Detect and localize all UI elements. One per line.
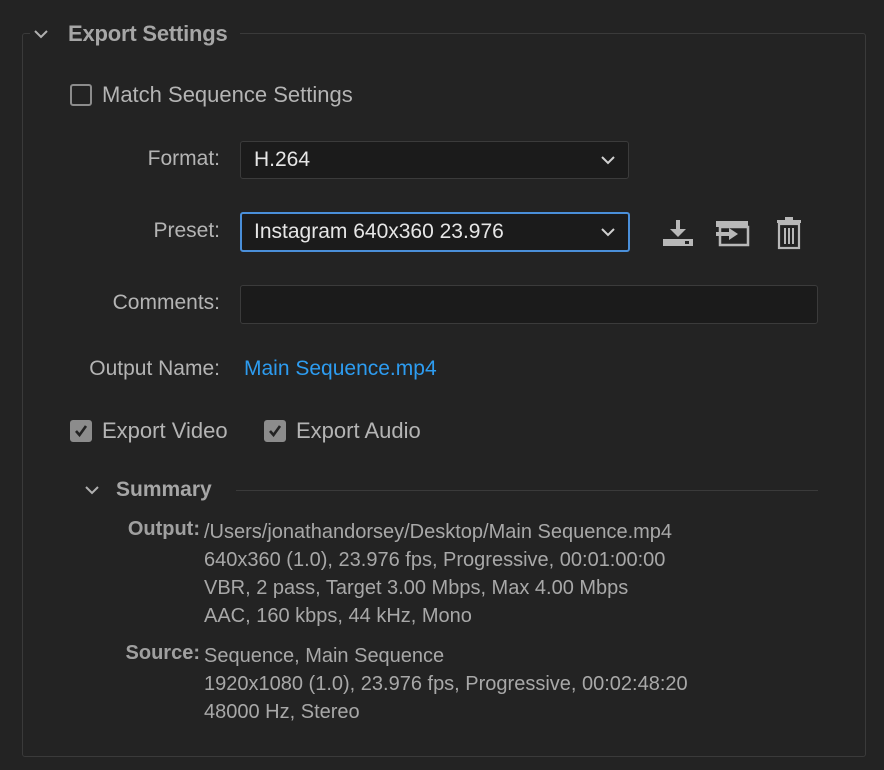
save-preset-button[interactable] bbox=[660, 215, 696, 251]
match-sequence-row[interactable]: Match Sequence Settings bbox=[70, 82, 353, 108]
format-value: H.264 bbox=[254, 148, 311, 171]
save-preset-icon bbox=[663, 220, 693, 246]
summary-output-line: AAC, 160 kbps, 44 kHz, Mono bbox=[204, 605, 472, 627]
match-sequence-checkbox[interactable] bbox=[70, 84, 92, 106]
match-sequence-label: Match Sequence Settings bbox=[102, 82, 353, 107]
preset-value: Instagram 640x360 23.976 bbox=[254, 220, 504, 243]
summary-output-line: 640x360 (1.0), 23.976 fps, Progressive, … bbox=[204, 549, 666, 571]
export-video-row[interactable]: Export Video bbox=[70, 418, 228, 444]
summary-divider bbox=[236, 490, 818, 491]
section-title: Export Settings bbox=[68, 21, 228, 46]
summary-source-lines: Sequence, Main Sequence 1920x1080 (1.0),… bbox=[204, 642, 688, 726]
export-settings-header[interactable]: Export Settings bbox=[30, 18, 240, 50]
format-dropdown[interactable]: H.264 bbox=[240, 141, 629, 179]
export-video-label: Export Video bbox=[102, 418, 228, 443]
import-preset-icon bbox=[716, 221, 750, 247]
chevron-down-icon bbox=[601, 156, 615, 165]
summary-output-label: Output: bbox=[127, 518, 200, 540]
delete-preset-button[interactable] bbox=[771, 215, 807, 251]
export-audio-row[interactable]: Export Audio bbox=[264, 418, 421, 444]
export-video-checkbox[interactable] bbox=[70, 420, 92, 442]
export-audio-checkbox[interactable] bbox=[264, 420, 286, 442]
summary-output-line: VBR, 2 pass, Target 3.00 Mbps, Max 4.00 … bbox=[204, 577, 629, 599]
preset-dropdown[interactable]: Instagram 640x360 23.976 bbox=[240, 212, 630, 252]
comments-input[interactable] bbox=[240, 285, 818, 324]
summary-header[interactable]: Summary bbox=[82, 478, 212, 502]
comments-label: Comments: bbox=[112, 291, 220, 314]
summary-output-lines: /Users/jonathandorsey/Desktop/Main Seque… bbox=[204, 518, 672, 630]
checkmark-icon bbox=[269, 425, 282, 438]
summary-title: Summary bbox=[116, 478, 212, 501]
summary-output-line: /Users/jonathandorsey/Desktop/Main Seque… bbox=[204, 521, 673, 543]
import-preset-button[interactable] bbox=[714, 215, 750, 251]
summary-source-line: 1920x1080 (1.0), 23.976 fps, Progressive… bbox=[204, 673, 688, 695]
format-label: Format: bbox=[147, 147, 220, 170]
summary-source-label: Source: bbox=[125, 642, 200, 664]
trash-icon bbox=[777, 217, 801, 250]
output-name-label: Output Name: bbox=[89, 357, 220, 380]
output-name-link[interactable]: Main Sequence.mp4 bbox=[244, 357, 437, 381]
summary-source-line: 48000 Hz, Stereo bbox=[204, 701, 360, 723]
chevron-down-icon[interactable] bbox=[30, 23, 52, 45]
chevron-down-icon[interactable] bbox=[82, 480, 102, 500]
preset-label: Preset: bbox=[153, 219, 220, 242]
export-audio-label: Export Audio bbox=[296, 418, 421, 443]
checkmark-icon bbox=[75, 425, 88, 438]
chevron-down-icon bbox=[601, 228, 615, 237]
summary-source-line: Sequence, Main Sequence bbox=[204, 645, 445, 667]
